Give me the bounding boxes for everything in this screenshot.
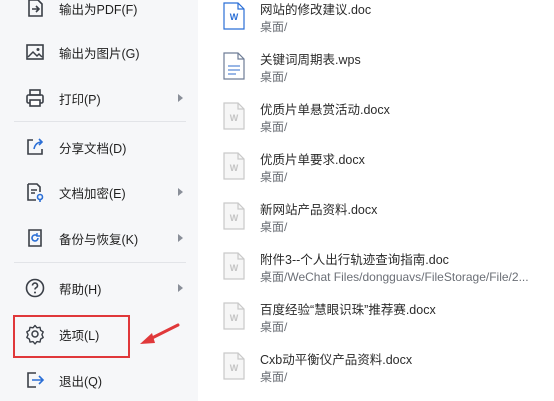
svg-text:W: W (230, 363, 239, 373)
menu-item-help[interactable]: 帮助(H) (0, 270, 198, 306)
word-doc-icon: W (223, 2, 245, 30)
file-list-item[interactable]: 关键词周期表.wps 桌面/ (198, 48, 554, 98)
submenu-arrow-icon (178, 94, 183, 102)
file-name: 关键词周期表.wps (260, 53, 361, 67)
menu-item-export-pdf[interactable]: 输出为PDF(F) (0, 0, 198, 26)
word-doc-faded-icon: W (223, 202, 245, 230)
word-doc-faded-icon: W (223, 102, 245, 130)
menu-item-share-document[interactable]: 分享文档(D) (0, 129, 198, 165)
menu-item-label: 文档加密(E) (59, 186, 126, 201)
menu-divider (14, 121, 186, 122)
file-list-item[interactable]: W 附件3--个人出行轨迹查询指南.doc 桌面/WeChat Files/do… (198, 248, 554, 298)
file-path: 桌面/ (260, 120, 288, 134)
word-doc-faded-icon: W (223, 352, 245, 380)
svg-text:W: W (230, 12, 239, 22)
file-path: 桌面/WeChat Files/dongguavs/FileStorage/Fi… (260, 270, 529, 284)
submenu-arrow-icon (178, 234, 183, 242)
menu-item-label: 帮助(H) (59, 282, 102, 297)
printer-icon (24, 87, 46, 109)
file-name: 百度经验“慧眼识珠”推荐赛.docx (260, 303, 436, 317)
file-name: 新网站产品资料.docx (260, 203, 378, 217)
file-list-item[interactable]: W 优质片单要求.docx 桌面/ (198, 148, 554, 198)
file-path: 桌面/ (260, 20, 288, 34)
share-icon (24, 136, 46, 158)
wps-doc-icon (223, 52, 245, 80)
annotation-arrow-icon (140, 323, 180, 344)
file-list-item[interactable]: W 百度经验“慧眼识珠”推荐赛.docx 桌面/ (198, 298, 554, 348)
exit-icon (24, 369, 46, 391)
file-list-item[interactable]: W 网站的修改建议.doc 桌面/ (198, 0, 554, 48)
menu-item-export-image[interactable]: 输出为图片(G) (0, 34, 198, 70)
menu-item-label: 退出(Q) (59, 374, 103, 389)
file-name: 优质片单要求.docx (260, 153, 365, 167)
menu-item-label: 打印(P) (59, 92, 101, 107)
word-doc-faded-icon: W (223, 152, 245, 180)
menu-item-label: 分享文档(D) (59, 141, 127, 156)
svg-text:W: W (230, 213, 239, 223)
menu-item-label: 输出为图片(G) (59, 46, 140, 61)
file-name: 附件3--个人出行轨迹查询指南.doc (260, 253, 449, 267)
word-doc-faded-icon: W (223, 302, 245, 330)
file-name: Cxb动平衡仪产品资料.docx (260, 353, 413, 367)
svg-text:W: W (230, 263, 239, 273)
help-icon (24, 277, 46, 299)
export-pdf-icon (24, 0, 46, 19)
submenu-arrow-icon (178, 284, 183, 292)
file-name: 网站的修改建议.doc (260, 3, 372, 17)
file-path: 桌面/ (260, 220, 288, 234)
submenu-arrow-icon (178, 188, 183, 196)
menu-divider (14, 262, 186, 263)
file-path: 桌面/ (260, 370, 288, 384)
file-path: 桌面/ (260, 170, 288, 184)
file-list-item[interactable]: W 优质片单悬赏活动.docx 桌面/ (198, 98, 554, 148)
menu-item-print[interactable]: 打印(P) (0, 80, 198, 116)
svg-text:W: W (230, 313, 239, 323)
svg-text:W: W (230, 163, 239, 173)
file-list-item[interactable]: W Cxb动平衡仪产品资料.docx 桌面/ (198, 348, 554, 398)
menu-item-exit[interactable]: 退出(Q) (0, 362, 198, 398)
menu-item-label: 备份与恢复(K) (59, 232, 139, 247)
export-image-icon (24, 41, 46, 63)
file-path: 桌面/ (260, 70, 288, 84)
file-name: 优质片单悬赏活动.docx (260, 103, 390, 117)
file-path: 桌面/ (260, 320, 288, 334)
menu-item-encrypt-document[interactable]: 文档加密(E) (0, 174, 198, 210)
backup-restore-icon (24, 227, 46, 249)
encrypt-icon (24, 181, 46, 203)
word-doc-faded-icon: W (223, 252, 245, 280)
annotation-highlight-box (13, 315, 130, 358)
svg-text:W: W (230, 113, 239, 123)
menu-item-backup-restore[interactable]: 备份与恢复(K) (0, 220, 198, 256)
menu-item-label: 输出为PDF(F) (59, 2, 138, 17)
recent-files-list: W 网站的修改建议.doc 桌面/ 关键词周期表.wps 桌面/ W 优质片单悬… (198, 0, 554, 401)
file-list-item[interactable]: W 新网站产品资料.docx 桌面/ (198, 198, 554, 248)
